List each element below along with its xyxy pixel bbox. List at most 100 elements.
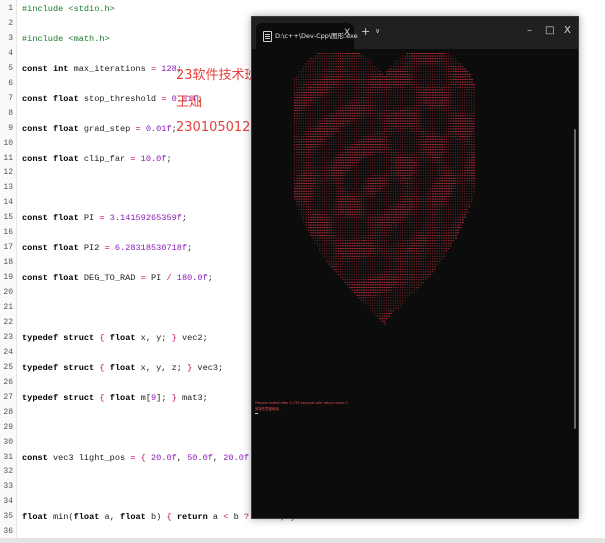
ascii-char (372, 201, 374, 203)
ascii-char (422, 136, 425, 138)
ascii-char (360, 211, 362, 213)
ascii-char (317, 188, 318, 190)
code-line[interactable]: 36 (0, 526, 600, 538)
ascii-char (443, 94, 446, 96)
ascii-char (445, 55, 448, 57)
ascii-char (323, 102, 325, 104)
ascii-char (342, 141, 344, 143)
ascii-char (321, 172, 323, 174)
ascii-char (461, 128, 464, 130)
ascii-char (441, 170, 443, 171)
ascii-char (395, 68, 397, 70)
ascii-char (390, 175, 392, 177)
ascii-char (402, 110, 404, 112)
ascii-char (335, 76, 338, 78)
ascii-char (319, 110, 321, 112)
ascii-char (358, 201, 360, 203)
ascii-char (353, 110, 356, 112)
ascii-char (321, 71, 323, 73)
ascii-char (466, 170, 469, 171)
ascii-char (399, 63, 401, 65)
ascii-char (388, 115, 391, 117)
ascii-char (415, 71, 417, 73)
ascii-char (388, 76, 391, 78)
ascii-char (464, 209, 466, 210)
ascii-char (383, 76, 386, 78)
ascii-char (303, 133, 305, 135)
ascii-char (450, 162, 452, 164)
ascii-char (420, 102, 422, 104)
ascii-char (418, 209, 420, 210)
ascii-char (303, 79, 305, 80)
ascii-char (335, 190, 337, 192)
ascii-char (388, 175, 390, 177)
ascii-char (349, 107, 351, 109)
ascii-char (300, 133, 303, 135)
ascii-char (397, 63, 399, 65)
ascii-char (328, 193, 330, 195)
ascii-char (445, 73, 448, 75)
ascii-char (452, 209, 454, 210)
ascii-char (404, 60, 406, 62)
ascii-char (466, 185, 468, 187)
ascii-char (452, 144, 454, 145)
ascii-char (464, 164, 466, 166)
ascii-char (432, 55, 434, 57)
ascii-char (307, 180, 310, 182)
ascii-char (381, 185, 384, 187)
ascii-char (340, 120, 342, 122)
ascii-char (399, 196, 402, 197)
ascii-char (340, 131, 341, 132)
ascii-char (464, 97, 466, 99)
ascii-char (340, 185, 342, 187)
ascii-char (420, 58, 423, 60)
ascii-char (411, 180, 413, 182)
ascii-char (381, 79, 384, 80)
ascii-char (349, 214, 351, 216)
ascii-char (326, 89, 328, 91)
ascii-char (383, 133, 385, 135)
ascii-char (374, 76, 377, 78)
ascii-char (317, 203, 318, 205)
ascii-char (452, 76, 455, 78)
ascii-char (402, 73, 404, 75)
ascii-char (438, 185, 441, 187)
ascii-char (436, 180, 438, 182)
ascii-char (294, 84, 295, 86)
ascii-char (381, 190, 383, 192)
ascii-char (455, 73, 457, 75)
ascii-char (438, 60, 441, 62)
ascii-char (399, 162, 402, 164)
ascii-char (379, 99, 380, 101)
ascii-char (294, 131, 295, 132)
ascii-char (436, 159, 438, 161)
ascii-char (409, 149, 410, 151)
ascii-char (298, 123, 300, 125)
ascii-char (445, 53, 448, 54)
ascii-char (328, 112, 330, 114)
console-window[interactable]: D:\c++\Dev-Cpp\图形.exe X + ∨ – □ X Proces… (251, 16, 579, 519)
ascii-char (342, 66, 344, 67)
ascii-char (333, 196, 334, 197)
ascii-char (448, 99, 450, 101)
ascii-char (397, 136, 399, 138)
ascii-char (402, 86, 404, 88)
ascii-char (360, 63, 362, 65)
ascii-char (429, 86, 431, 88)
ascii-char (303, 188, 305, 190)
ascii-char (323, 177, 326, 179)
ascii-char (321, 131, 324, 132)
ascii-char (390, 209, 393, 210)
ascii-char (450, 151, 452, 153)
ascii-char (303, 81, 305, 83)
ascii-char (342, 209, 345, 210)
code-line[interactable]: 1 #include <stdio.h> (0, 3, 600, 15)
ascii-char (397, 107, 399, 109)
ascii-char (409, 164, 411, 166)
ascii-char (326, 125, 328, 127)
ascii-char (392, 162, 395, 164)
ascii-char (422, 84, 425, 86)
ascii-char (425, 159, 427, 161)
ascii-char (365, 94, 367, 96)
ascii-char (356, 115, 358, 117)
